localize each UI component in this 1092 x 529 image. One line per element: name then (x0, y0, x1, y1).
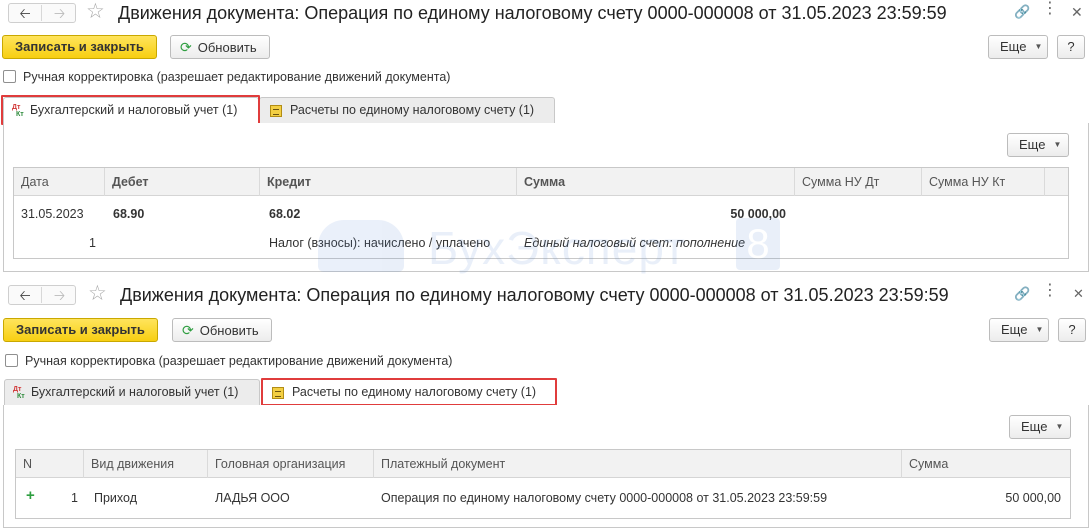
cell-debit[interactable]: 68.90 (113, 206, 144, 222)
window-title: Движения документа: Операция по единому … (120, 285, 949, 305)
refresh-label: Обновить (199, 323, 259, 338)
refresh-icon: ⟳ (180, 39, 192, 55)
window-title: Движения документа: Операция по единому … (118, 3, 947, 23)
col-credit[interactable]: Кредит (260, 168, 517, 196)
manual-adjust-row: Ручная корректировка (разрешает редактир… (5, 353, 485, 369)
col-amount-nu-kt[interactable]: Сумма НУ Кт (922, 168, 1045, 196)
star-icon[interactable]: ☆ (86, 0, 105, 24)
document-movements-window-2: 🡠 🡢 ☆ Движения документа: Операция по ед… (0, 282, 1092, 529)
tab-ens-settlements[interactable]: Расчеты по единому налоговому счету (1) (259, 97, 555, 123)
manual-adjust-label: Ручная корректировка (разрешает редактир… (23, 70, 451, 84)
cell-amount[interactable]: 50 000,00 (906, 490, 1061, 506)
write-and-close-button[interactable]: Записать и закрыть (2, 35, 157, 59)
dt-kt-icon: Дт Кт (13, 385, 25, 400)
titlebar: 🡠 🡢 ☆ Движения документа: Операция по ед… (0, 0, 1092, 28)
cell-n[interactable]: 1 (46, 490, 78, 506)
col-amount[interactable]: Сумма (517, 168, 795, 196)
cell-amount[interactable]: 50 000,00 (614, 206, 786, 222)
cell-movement[interactable]: Приход (94, 490, 137, 506)
refresh-label: Обновить (197, 40, 257, 55)
cell-credit-subconto[interactable]: Налог (взносы): начислено / уплачено (269, 235, 490, 251)
table-more-button[interactable]: Еще ▼ (1009, 415, 1071, 439)
col-amount[interactable]: Сумма (902, 450, 1070, 478)
col-n[interactable]: N (16, 450, 84, 478)
accounting-table: Дата Дебет Кредит Сумма Сумма НУ Дт Сумм… (13, 167, 1069, 259)
more-button[interactable]: Еще ▼ (989, 318, 1049, 342)
table-more-button[interactable]: Еще ▼ (1007, 133, 1069, 157)
income-icon: + (26, 487, 35, 504)
table-header: Дата Дебет Кредит Сумма Сумма НУ Дт Сумм… (14, 168, 1068, 196)
chevron-down-icon: ▼ (1034, 42, 1043, 51)
cell-date[interactable]: 31.05.2023 (21, 206, 84, 222)
chevron-down-icon: ▼ (1055, 422, 1064, 431)
manual-adjust-label: Ручная корректировка (разрешает редактир… (25, 354, 453, 368)
titlebar: 🡠 🡢 ☆ Движения документа: Операция по ед… (0, 282, 1092, 310)
table-more-label: Еще (1019, 137, 1046, 152)
tab-content-accounting: Еще ▼ Дата Дебет Кредит Сумма Сумма НУ Дт… (3, 123, 1089, 272)
cell-index: 1 (89, 236, 96, 250)
arrow-left-icon[interactable]: 🡠 (9, 5, 42, 21)
cell-document[interactable]: Операция по единому налоговому счету 000… (381, 490, 827, 506)
more-icon[interactable]: ⋮ (1042, 0, 1058, 18)
help-button[interactable]: ? (1057, 35, 1085, 59)
tab-ens-label: Расчеты по единому налоговому счету (1) (290, 103, 535, 117)
manual-adjust-checkbox[interactable] (5, 354, 18, 367)
nav-buttons: 🡠 🡢 (8, 3, 76, 23)
refresh-button[interactable]: ⟳ Обновить (170, 35, 270, 59)
tab-accounting[interactable]: Дт Кт Бухгалтерский и налоговый учет (1) (4, 379, 260, 405)
table-header: N Вид движения Головная организация Плат… (16, 450, 1070, 478)
col-debit[interactable]: Дебет (105, 168, 260, 196)
ens-table: N Вид движения Головная организация Плат… (15, 449, 1071, 519)
col-head-org[interactable]: Головная организация (208, 450, 374, 478)
more-label: Еще (1000, 39, 1027, 54)
manual-adjust-row: Ручная корректировка (разрешает редактир… (3, 69, 483, 85)
chevron-down-icon: ▼ (1053, 140, 1062, 149)
arrow-left-icon[interactable]: 🡠 (9, 287, 42, 303)
close-icon[interactable]: ✕ (1071, 3, 1083, 21)
col-movement-type[interactable]: Вид движения (84, 450, 208, 478)
arrow-right-icon[interactable]: 🡢 (43, 5, 76, 21)
highlight-frame (1, 95, 260, 125)
refresh-icon: ⟳ (182, 322, 194, 338)
col-date[interactable]: Дата (14, 168, 105, 196)
tab-content-ens: Еще ▼ N Вид движения Головная организация… (3, 405, 1089, 528)
more-icon[interactable]: ⋮ (1042, 282, 1058, 300)
cell-org[interactable]: ЛАДЬЯ ООО (215, 490, 290, 506)
link-icon[interactable]: 🔗 (1014, 3, 1030, 21)
col-amount-nu-dt[interactable]: Сумма НУ Дт (795, 168, 922, 196)
document-movements-window-1: 🡠 🡢 ☆ Движения документа: Операция по ед… (0, 0, 1092, 273)
tab-accounting-label: Бухгалтерский и налоговый учет (1) (31, 385, 239, 399)
help-button[interactable]: ? (1058, 318, 1086, 342)
link-icon[interactable]: 🔗 (1014, 285, 1030, 303)
write-and-close-button[interactable]: Записать и закрыть (3, 318, 158, 342)
more-label: Еще (1001, 322, 1028, 337)
cell-content[interactable]: Единый налоговый счет: пополнение (524, 235, 745, 251)
table-more-label: Еще (1021, 419, 1048, 434)
refresh-button[interactable]: ⟳ Обновить (172, 318, 272, 342)
cell-credit[interactable]: 68.02 (269, 206, 300, 222)
more-button[interactable]: Еще ▼ (988, 35, 1048, 59)
arrow-right-icon[interactable]: 🡢 (43, 287, 76, 303)
highlight-frame (261, 378, 557, 406)
register-icon (270, 104, 282, 117)
chevron-down-icon: ▼ (1035, 325, 1044, 334)
nav-buttons: 🡠 🡢 (8, 285, 76, 305)
col-payment-doc[interactable]: Платежный документ (374, 450, 902, 478)
star-icon[interactable]: ☆ (88, 282, 107, 306)
manual-adjust-checkbox[interactable] (3, 70, 16, 83)
close-icon[interactable]: ✕ (1073, 285, 1084, 303)
